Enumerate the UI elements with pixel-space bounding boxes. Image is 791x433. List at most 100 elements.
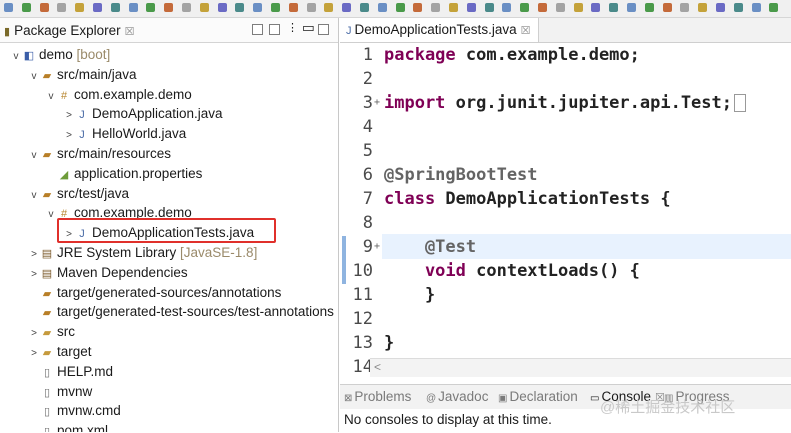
tree-item[interactable]: > J DemoApplicationTests.java — [63, 223, 254, 243]
toolbar-button-icon[interactable] — [716, 3, 725, 12]
code-line: 8 — [340, 211, 791, 235]
toolbar-button-icon[interactable] — [698, 3, 708, 12]
chevron-down-icon[interactable]: v — [28, 186, 40, 206]
toolbar-button-icon[interactable] — [110, 3, 120, 12]
chevron-down-icon[interactable]: v — [10, 47, 22, 67]
view-menu-icon[interactable]: ⋮ — [287, 21, 298, 34]
toolbar-button-icon[interactable] — [271, 3, 280, 12]
package-explorer-tab[interactable]: ▮ Package Explorer ☒ — [4, 23, 135, 38]
toolbar-button-icon[interactable] — [502, 3, 512, 12]
toolbar-button-icon[interactable] — [306, 3, 316, 12]
toolbar-button-icon[interactable] — [57, 3, 67, 12]
tree-item[interactable]: > ▰ target — [28, 342, 91, 362]
toolbar-button-icon[interactable] — [93, 3, 102, 12]
scroll-left-icon[interactable]: < — [374, 360, 381, 374]
chevron-down-icon[interactable]: v — [45, 87, 57, 107]
toolbar-button-icon[interactable] — [21, 3, 31, 12]
code-line: 12 — [340, 307, 791, 331]
toolbar-button-icon[interactable] — [39, 3, 49, 12]
folded-block-icon[interactable] — [734, 94, 746, 112]
toolbar-button-icon[interactable] — [591, 3, 601, 12]
fold-icon[interactable]: + — [374, 235, 380, 259]
tree-item[interactable]: v ▰ src/test/java — [28, 184, 130, 206]
toolbar-button-icon[interactable] — [164, 3, 174, 12]
fold-icon[interactable]: + — [374, 91, 380, 115]
tree-item[interactable]: ▰ target/generated-sources/annotations — [28, 283, 282, 303]
toolbar-button-icon[interactable] — [360, 3, 369, 12]
horizontal-scrollbar[interactable]: < — [370, 358, 791, 377]
tree-item[interactable]: > ▤ Maven Dependencies — [28, 263, 188, 283]
toolbar-button-icon[interactable] — [377, 3, 387, 12]
minimize-icon[interactable]: ▭ — [302, 20, 315, 35]
chevron-down-icon[interactable]: v — [28, 146, 40, 166]
tree-item[interactable]: ▰ target/generated-test-sources/test-anno… — [28, 302, 334, 322]
toolbar-button-icon[interactable] — [413, 3, 423, 12]
toolbar-button-icon[interactable] — [484, 3, 494, 12]
tree-item[interactable]: v ▰ src/main/resources — [28, 144, 172, 166]
collapse-all-icon[interactable] — [252, 24, 263, 35]
console-icon: ▭ — [590, 393, 600, 404]
close-icon[interactable]: ☒ — [125, 26, 135, 38]
toolbar-button-icon[interactable] — [128, 3, 138, 12]
toolbar-button-icon[interactable] — [538, 3, 547, 12]
toolbar-button-icon[interactable] — [520, 3, 530, 12]
toolbar-button-icon[interactable] — [217, 3, 227, 12]
toolbar-button-icon[interactable] — [555, 3, 565, 12]
toolbar-button-icon[interactable] — [449, 3, 458, 12]
chevron-down-icon[interactable]: v — [45, 205, 57, 225]
toolbar-button-icon[interactable] — [253, 3, 263, 12]
tab-problems[interactable]: ⊠ Problems — [344, 389, 411, 404]
tree-item[interactable]: v ▰ src/main/java — [28, 65, 137, 85]
tree-item[interactable]: v # com.example.demo — [45, 85, 192, 105]
tree-item-label: target/generated-sources/annotations — [57, 284, 282, 300]
toolbar-button-icon[interactable] — [769, 3, 779, 12]
package-explorer-header: ▮ Package Explorer ☒ ⋮ ▭ — [0, 18, 338, 43]
toolbar-button-icon[interactable] — [199, 3, 209, 12]
toolbar-button-icon[interactable] — [680, 3, 690, 12]
tree-item-label: HelloWorld.java — [92, 126, 187, 142]
toolbar-button-icon[interactable] — [324, 3, 334, 12]
toolbar-button-icon[interactable] — [466, 3, 476, 12]
java-file-icon: J — [346, 25, 352, 37]
java-file-icon: J — [79, 228, 85, 241]
toolbar-button-icon[interactable] — [75, 3, 85, 12]
toolbar-button-icon[interactable] — [609, 3, 619, 12]
toolbar-button-icon[interactable] — [288, 3, 298, 12]
toolbar-button-icon[interactable] — [342, 3, 352, 12]
chevron-right-icon[interactable]: > — [63, 126, 75, 146]
tree-item[interactable]: > J HelloWorld.java — [63, 124, 186, 144]
tree-item[interactable]: ▯ mvnw — [28, 382, 92, 402]
toolbar-button-icon[interactable] — [573, 3, 583, 12]
toolbar-button-icon[interactable] — [733, 3, 743, 12]
chevron-right-icon[interactable]: > — [28, 324, 40, 344]
tree-item[interactable]: > ▰ src — [28, 322, 75, 342]
code-line: 13} — [340, 331, 791, 355]
tab-javadoc[interactable]: @ Javadoc — [426, 389, 488, 404]
toolbar-button-icon[interactable] — [182, 3, 191, 12]
toolbar-button-icon[interactable] — [627, 3, 636, 12]
tab-declaration[interactable]: ▣ Declaration — [498, 389, 578, 404]
toolbar-button-icon[interactable] — [146, 3, 156, 12]
chevron-right-icon[interactable]: > — [63, 225, 75, 245]
close-icon[interactable]: ☒ — [521, 25, 531, 37]
toolbar-button-icon[interactable] — [751, 3, 761, 12]
toolbar-button-icon[interactable] — [395, 3, 405, 12]
editor-tab[interactable]: J DemoApplicationTests.java ☒ — [340, 18, 540, 42]
toolbar-button-icon[interactable] — [431, 3, 441, 12]
tree-item[interactable]: ▯pom.xml — [28, 421, 108, 432]
chevron-down-icon[interactable]: v — [28, 67, 40, 87]
link-with-editor-icon[interactable] — [269, 24, 280, 35]
tree-item[interactable]: ▯ HELP.md — [28, 362, 113, 382]
tree-item[interactable]: ◢ application.properties — [45, 164, 203, 184]
tab-label: Declaration — [509, 389, 578, 404]
toolbar-button-icon[interactable] — [662, 3, 672, 12]
toolbar-button-icon[interactable] — [235, 3, 245, 12]
tree-item[interactable]: ▯ mvnw.cmd — [28, 401, 121, 421]
tree-item[interactable]: > J DemoApplication.java — [63, 104, 223, 124]
maximize-icon[interactable] — [318, 24, 329, 35]
tree-item[interactable]: > ▤ JRE System Library [JavaSE-1.8] — [28, 243, 257, 263]
toolbar-button-icon[interactable] — [4, 3, 13, 12]
toolbar-button-icon[interactable] — [644, 3, 654, 12]
tree-item[interactable]: v # com.example.demo — [45, 203, 192, 223]
tree-item[interactable]: v ◧ demo [boot] — [10, 45, 111, 67]
